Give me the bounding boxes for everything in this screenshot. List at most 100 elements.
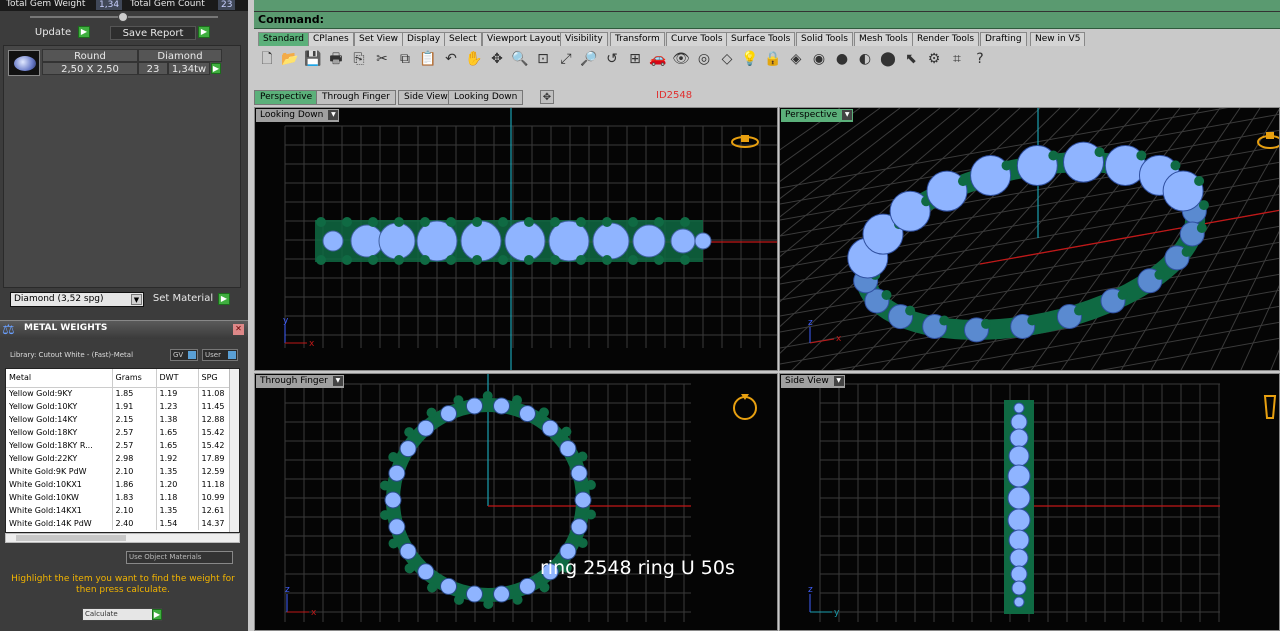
open-folder-icon[interactable]: 📂 [281, 50, 299, 69]
save-report-button[interactable]: Save Report [110, 26, 196, 40]
column-header-spg[interactable]: SPG [198, 369, 233, 388]
color-wheel-icon[interactable]: ◉ [810, 50, 828, 69]
viewport-through-finger[interactable]: Through Finger ▼ z x [254, 373, 778, 631]
update-button[interactable]: Update [30, 26, 76, 40]
gear-icon[interactable]: ⚙ [925, 50, 943, 69]
toolbar-tab[interactable]: Visibility [560, 32, 608, 46]
cut-icon[interactable]: ✂ [373, 50, 391, 69]
eye-icon[interactable]: 👁 [672, 50, 690, 69]
toolbar-tab[interactable]: Viewport Layout [482, 32, 566, 46]
table-row[interactable]: White Gold:14K PdW 2.40 1.54 14.37 [6, 517, 233, 530]
viewport-label[interactable]: Perspective ▼ [781, 109, 854, 122]
gv-button[interactable]: GV [170, 349, 198, 361]
table-row[interactable]: White Gold:14KX1 2.10 1.35 12.61 [6, 504, 233, 517]
help-icon[interactable]: ? [971, 50, 989, 69]
material-select[interactable]: Diamond (3,52 spg) ▼ [10, 292, 144, 307]
viewport-tab[interactable]: Perspective [254, 90, 319, 105]
viewport-side-view[interactable]: Side View ▼ z y [779, 373, 1280, 631]
undo-view-icon[interactable]: ↺ [603, 50, 621, 69]
set-material-button[interactable]: Set Material [150, 292, 216, 306]
new-file-icon[interactable]: 🗋 [258, 50, 276, 69]
car-icon[interactable]: 🚗 [649, 50, 667, 69]
viewport-looking-down[interactable]: Looking Down ▼ y x [254, 107, 778, 371]
viewport-tab[interactable]: Looking Down [448, 90, 524, 105]
print-icon[interactable]: 🖶 [327, 50, 345, 69]
light-bulb-icon[interactable]: 💡 [741, 50, 759, 69]
viewport-canvas[interactable]: z x [780, 108, 1280, 371]
viewport-canvas[interactable]: z y [780, 374, 1280, 631]
zoom-dynamic-icon[interactable]: 🔍 [511, 50, 529, 69]
gem-list-item[interactable]: Round Diamond 2,50 X 2,50 23 1,34tw ▶ [6, 48, 238, 76]
copy-icon[interactable]: ⧉ [396, 50, 414, 69]
toolbar-tab[interactable]: Transform [610, 32, 665, 46]
cplane-icon[interactable]: ◇ [718, 50, 736, 69]
size-slider[interactable] [30, 12, 218, 22]
table-row[interactable]: White Gold:10KW 1.83 1.18 10.99 [6, 491, 233, 504]
save-icon[interactable]: 💾 [304, 50, 322, 69]
toolbar-tab[interactable]: Mesh Tools [854, 32, 913, 46]
zoom-window-icon[interactable]: ⊡ [534, 50, 552, 69]
table-row[interactable]: Yellow Gold:18KY 2.57 1.65 15.42 [6, 426, 233, 439]
render-sphere-icon[interactable]: ● [833, 50, 851, 69]
zoom-selected-icon[interactable]: 🔎 [580, 50, 598, 69]
toolbar-tab[interactable]: CPlanes [308, 32, 354, 46]
horizontal-scrollbar[interactable] [5, 533, 240, 543]
set-material-go-icon[interactable]: ▶ [218, 293, 230, 305]
update-go-icon[interactable]: ▶ [78, 26, 90, 38]
add-viewport-icon[interactable]: ✥ [540, 90, 554, 104]
toolbar-tab[interactable]: Drafting [980, 32, 1027, 46]
lock-icon[interactable]: 🔒 [764, 50, 782, 69]
table-row[interactable]: Yellow Gold:18KY R... 2.57 1.65 15.42 [6, 439, 233, 452]
toolbar-tab[interactable]: Standard [258, 32, 309, 46]
viewport-perspective[interactable]: Perspective ▼ z x [779, 107, 1280, 371]
toolbar-tab[interactable]: New in V5 [1030, 32, 1086, 46]
toolbar-tab[interactable]: Render Tools [912, 32, 980, 46]
four-viewports-icon[interactable]: ⊞ [626, 50, 644, 69]
chevron-down-icon[interactable]: ▼ [131, 294, 142, 305]
layer-icon[interactable]: ◈ [787, 50, 805, 69]
gem-weight-go-icon[interactable]: ▶ [211, 63, 221, 74]
table-row[interactable]: Yellow Gold:14KY 2.15 1.38 12.88 [6, 413, 233, 426]
toolbar-tab[interactable]: Display [402, 32, 446, 46]
table-row[interactable]: Yellow Gold:10KY 1.91 1.23 11.45 [6, 400, 233, 413]
close-icon[interactable]: ✕ [233, 324, 244, 335]
zoom-extents-icon[interactable]: ⤢ [557, 50, 575, 69]
viewport-label[interactable]: Looking Down ▼ [256, 109, 340, 122]
table-row[interactable]: Yellow Gold:22KY 2.98 1.92 17.89 [6, 452, 233, 465]
pan-hand-icon[interactable]: ✋ [465, 50, 483, 69]
viewport-canvas[interactable]: y x [255, 108, 778, 371]
viewport-label[interactable]: Side View ▼ [781, 375, 845, 388]
rotate-view-icon[interactable]: ✥ [488, 50, 506, 69]
table-row[interactable]: Yellow Gold:9KY 1.85 1.19 11.08 [6, 387, 233, 400]
table-row[interactable]: White Gold:9K PdW 2.10 1.35 12.59 [6, 465, 233, 478]
render-preview-icon[interactable]: ◐ [856, 50, 874, 69]
column-header-metal[interactable]: Metal [6, 369, 113, 388]
table-row[interactable]: White Gold:10KX1 1.86 1.20 11.18 [6, 478, 233, 491]
command-line[interactable]: Command: [254, 12, 1280, 29]
snap-circle-icon[interactable]: ◎ [695, 50, 713, 69]
toolbar-tab[interactable]: Surface Tools [726, 32, 796, 46]
save-report-go-icon[interactable]: ▶ [198, 26, 210, 38]
viewport-canvas[interactable]: z x [255, 374, 778, 631]
use-object-materials-toggle[interactable]: Use Object Materials [126, 551, 233, 564]
user-button[interactable]: User [202, 349, 238, 361]
import-icon[interactable]: ⎘ [350, 50, 368, 69]
toolbar-tab[interactable]: Select [444, 32, 482, 46]
undo-icon[interactable]: ↶ [442, 50, 460, 69]
vertical-scrollbar[interactable] [229, 369, 239, 532]
column-header-dwt[interactable]: DWT [156, 369, 199, 388]
material-sphere-icon[interactable]: ⬤ [879, 50, 897, 69]
calculate-button[interactable]: Calculate [82, 608, 162, 621]
viewport-tab[interactable]: Side View [398, 90, 454, 105]
toolbar-tab[interactable]: Solid Tools [796, 32, 853, 46]
slider-knob[interactable] [118, 12, 128, 22]
toolbar-tab[interactable]: Set View [354, 32, 403, 46]
toolbar-tab[interactable]: Curve Tools [666, 32, 728, 46]
pointer-icon[interactable]: ⬉ [902, 50, 920, 69]
paste-icon[interactable]: 📋 [419, 50, 437, 69]
viewport-label[interactable]: Through Finger ▼ [256, 375, 344, 388]
grid-snap-icon[interactable]: ⌗ [948, 50, 966, 69]
column-header-grams[interactable]: Grams [112, 369, 157, 388]
calculate-go-icon[interactable]: ▶ [152, 609, 162, 620]
viewport-tab[interactable]: Through Finger [316, 90, 396, 105]
